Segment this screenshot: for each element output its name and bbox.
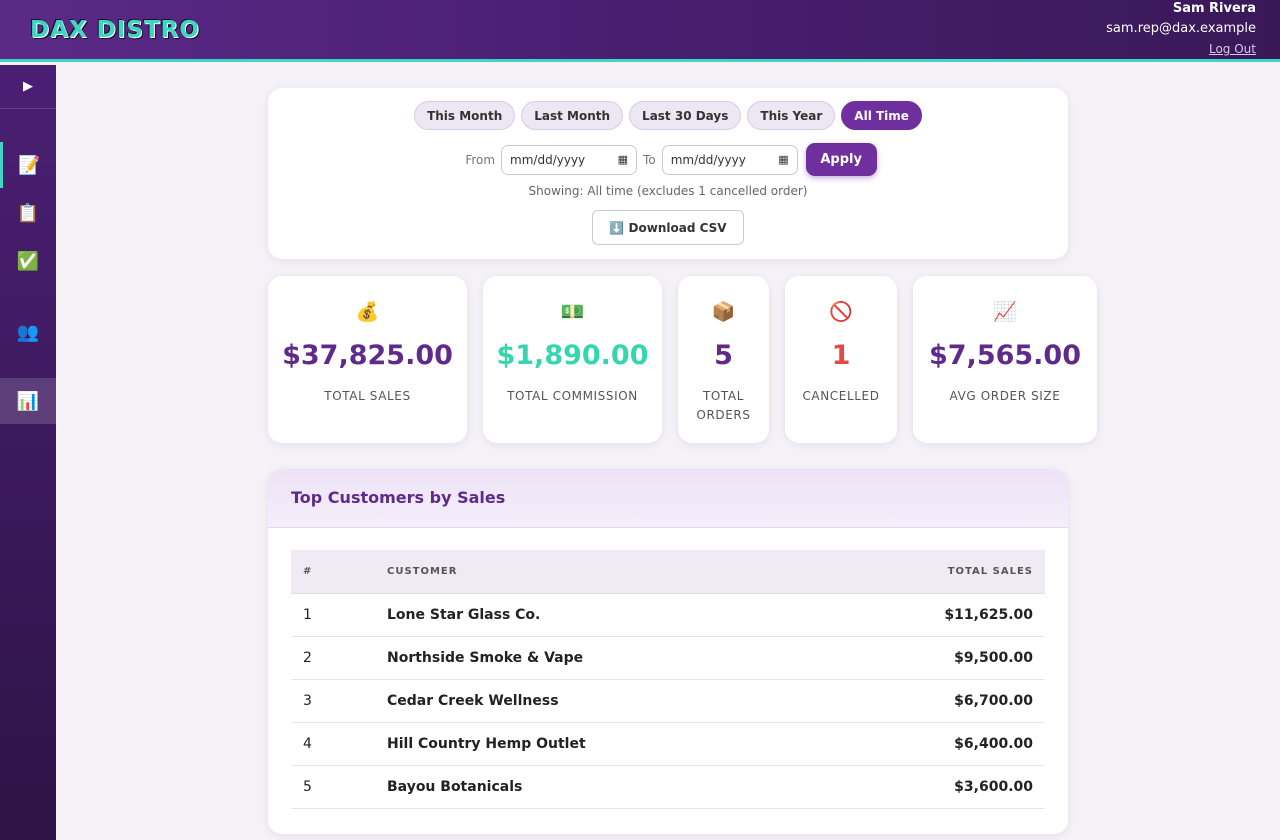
top-customers-card: Top Customers by Sales # CUSTOMER TOTAL … — [268, 469, 1068, 834]
total-cell: $6,700.00 — [954, 693, 1033, 709]
stat-value: 1 — [831, 340, 851, 371]
to-date-placeholder: mm/dd/yyyy — [670, 152, 746, 167]
sidebar: ▶ 📝 📋 ✅ 👥 📊 — [0, 65, 56, 840]
sidebar-item-approvals[interactable]: ✅ — [0, 238, 56, 284]
calendar-icon[interactable]: ▦ — [618, 153, 628, 166]
custom-range-row: From mm/dd/yyyy ▦ To mm/dd/yyyy ▦ Apply — [268, 143, 1068, 176]
prohibited-icon: 🚫 — [829, 301, 853, 323]
stat-card-total-sales: 💰 $37,825.00 Total Sales — [268, 276, 467, 443]
stat-label: Total Commission — [507, 389, 638, 403]
customer-cell: Cedar Creek Wellness — [387, 693, 559, 709]
stat-value: 5 — [714, 340, 733, 371]
sidebar-item-customers[interactable]: 👥 — [0, 309, 56, 355]
customer-cell: Hill Country Hemp Outlet — [387, 736, 586, 752]
column-header-total-sales[interactable]: TOTAL SALES — [845, 566, 1045, 577]
rank-cell: 3 — [303, 693, 312, 709]
sidebar-item-orders[interactable]: 📋 — [0, 190, 56, 236]
column-header-customer[interactable]: CUSTOMER — [387, 566, 845, 577]
range-this-month-button[interactable]: This Month — [414, 101, 516, 130]
stat-label: Total Orders — [696, 389, 751, 422]
user-email: sam.rep@dax.example — [1106, 21, 1256, 36]
date-filter-card: This Month Last Month Last 30 Days This … — [268, 88, 1068, 259]
from-date-placeholder: mm/dd/yyyy — [510, 152, 586, 167]
stat-value: $37,825.00 — [282, 340, 453, 371]
stat-label: Avg Order Size — [949, 389, 1061, 403]
dollar-bills-icon: 💵 — [560, 301, 585, 323]
top-customers-table: # CUSTOMER TOTAL SALES 1 Lone Star Glass… — [291, 550, 1045, 809]
stat-card-avg-order-size: 📈 $7,565.00 Avg Order Size — [913, 276, 1097, 443]
range-all-time-button[interactable]: All Time — [841, 101, 922, 130]
range-pill-group: This Month Last Month Last 30 Days This … — [268, 101, 1068, 130]
stat-card-total-commission: 💵 $1,890.00 Total Commission — [483, 276, 662, 443]
from-date-input[interactable]: mm/dd/yyyy ▦ — [501, 144, 638, 175]
trend-up-icon: 📈 — [993, 301, 1017, 323]
money-bag-icon: 💰 — [355, 301, 380, 323]
user-block: Sam Rivera sam.rep@dax.example Log Out — [1106, 0, 1256, 57]
rank-cell: 1 — [303, 607, 312, 623]
bar-chart-icon: 📊 — [16, 390, 40, 412]
card-title: Top Customers by Sales — [291, 488, 506, 507]
top-bar: DAX DISTRO Sam Rivera sam.rep@dax.exampl… — [0, 0, 1280, 62]
stat-value: $1,890.00 — [496, 340, 649, 371]
stat-card-total-orders: 📦 5 Total Orders — [678, 276, 769, 443]
to-label: To — [643, 152, 656, 167]
total-cell: $6,400.00 — [954, 736, 1033, 752]
rank-cell: 2 — [303, 650, 312, 666]
customer-cell: Bayou Botanicals — [387, 779, 523, 795]
rank-cell: 4 — [303, 736, 312, 752]
memo-icon: 📝 — [18, 154, 41, 176]
clipboard-icon: 📋 — [16, 202, 40, 224]
to-date-input[interactable]: mm/dd/yyyy ▦ — [661, 144, 798, 175]
sidebar-item-order-entry[interactable]: 📝 — [0, 142, 56, 188]
total-cell: $3,600.00 — [954, 779, 1033, 795]
table-row[interactable]: 4 Hill Country Hemp Outlet $6,400.00 — [291, 723, 1045, 766]
card-header: Top Customers by Sales — [268, 469, 1068, 528]
checkmark-icon: ✅ — [16, 250, 40, 272]
stat-label: Cancelled — [802, 389, 880, 403]
showing-status-text: Showing: All time (excludes 1 cancelled … — [528, 184, 808, 198]
user-name: Sam Rivera — [1172, 1, 1256, 16]
stat-card-cancelled: 🚫 1 Cancelled — [785, 276, 897, 443]
download-csv-button[interactable]: ⬇️ Download CSV — [592, 210, 744, 245]
users-icon: 👥 — [16, 321, 40, 343]
logout-link[interactable]: Log Out — [1106, 41, 1256, 57]
range-last-month-button[interactable]: Last Month — [521, 101, 624, 130]
table-row[interactable]: 5 Bayou Botanicals $3,600.00 — [291, 766, 1045, 809]
table-header-row: # CUSTOMER TOTAL SALES — [291, 550, 1045, 594]
sidebar-item-reports[interactable]: 📊 — [0, 378, 56, 424]
calendar-icon[interactable]: ▦ — [778, 153, 788, 166]
table-row[interactable]: 3 Cedar Creek Wellness $6,700.00 — [291, 680, 1045, 723]
sidebar-toggle-button[interactable]: ▶ — [0, 65, 56, 109]
column-header-rank[interactable]: # — [291, 566, 387, 577]
logo[interactable]: DAX DISTRO — [30, 17, 200, 43]
apply-button[interactable]: Apply — [805, 143, 877, 176]
stat-label: Total Sales — [324, 389, 411, 403]
table-row[interactable]: 1 Lone Star Glass Co. $11,625.00 — [291, 594, 1045, 637]
range-last-30-days-button[interactable]: Last 30 Days — [629, 101, 742, 130]
table-row[interactable]: 2 Northside Smoke & Vape $9,500.00 — [291, 637, 1045, 680]
from-label: From — [465, 152, 496, 167]
range-this-year-button[interactable]: This Year — [747, 101, 836, 130]
rank-cell: 5 — [303, 779, 312, 795]
package-icon: 📦 — [711, 301, 736, 323]
customer-cell: Northside Smoke & Vape — [387, 650, 584, 666]
stat-value: $7,565.00 — [928, 340, 1082, 371]
total-cell: $9,500.00 — [954, 650, 1033, 666]
total-cell: $11,625.00 — [944, 607, 1033, 623]
customer-cell: Lone Star Glass Co. — [387, 607, 541, 623]
